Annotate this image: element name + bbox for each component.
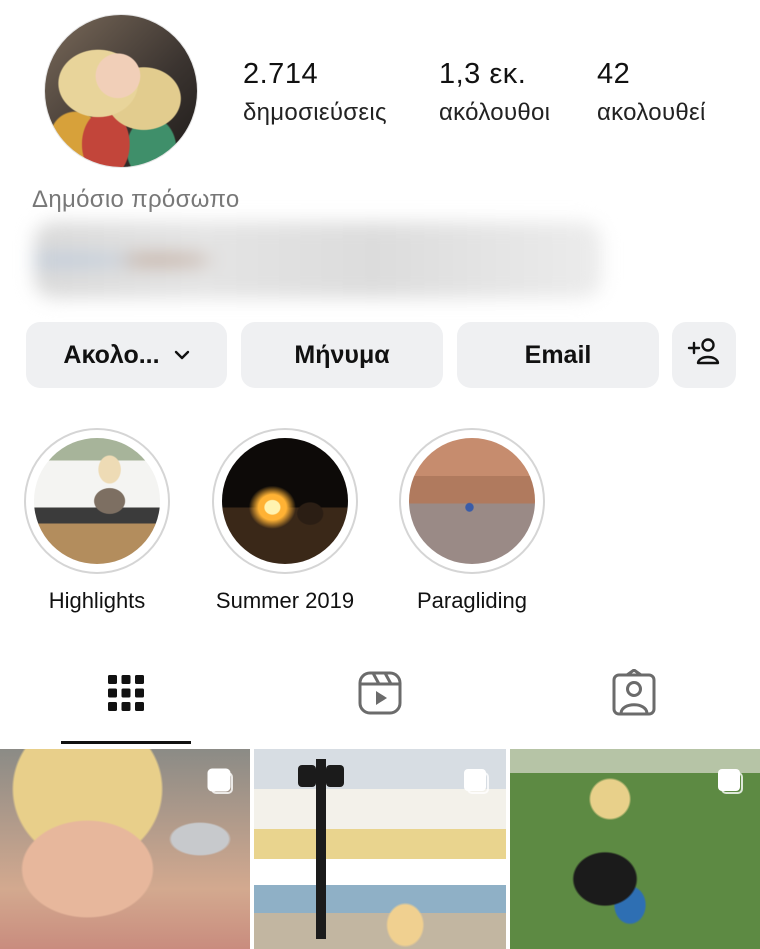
- stat-following-label: ακολουθεί: [597, 99, 706, 126]
- stat-followers[interactable]: 1,3 εκ. ακόλουθοι: [439, 58, 597, 127]
- suggested-users-button[interactable]: [672, 322, 736, 388]
- chevron-down-icon: [174, 350, 190, 360]
- email-button-label: Email: [524, 340, 592, 369]
- blurred-bio: [34, 222, 602, 298]
- multiple-photos-icon: [462, 767, 490, 800]
- stat-posts-label: δημοσιεύσεις: [243, 99, 387, 126]
- profile-category: Δημόσιο πρόσωπο: [32, 186, 240, 213]
- stat-followers-value: 1,3 εκ.: [439, 58, 527, 90]
- post-thumbnail[interactable]: [510, 749, 760, 949]
- highlight-cover: [222, 438, 348, 564]
- reels-icon: [357, 670, 403, 721]
- highlight-label: Highlights: [48, 588, 146, 613]
- stat-following[interactable]: 42 ακολουθεί: [597, 58, 706, 127]
- tagged-person-icon: [611, 668, 657, 722]
- following-button-label: Ακολο...: [63, 340, 160, 369]
- stat-followers-label: ακόλουθοι: [439, 99, 551, 126]
- street-lamp-shape: [298, 759, 344, 939]
- highlight-ring: [212, 428, 358, 574]
- message-button-label: Μήνυμα: [294, 340, 390, 369]
- multiple-photos-icon: [206, 767, 234, 800]
- post-thumbnail[interactable]: [0, 749, 250, 949]
- grid-icon: [107, 674, 145, 717]
- stat-posts[interactable]: 2.714 δημοσιεύσεις: [243, 58, 439, 127]
- highlight-label: Paragliding: [416, 588, 528, 613]
- highlight-item[interactable]: Paragliding: [397, 428, 547, 614]
- highlight-item[interactable]: Summer 2019: [210, 428, 360, 614]
- stat-following-value: 42: [597, 58, 631, 90]
- profile-stats: 2.714 δημοσιεύσεις 1,3 εκ. ακόλουθοι 42 …: [243, 58, 706, 127]
- tab-posts-grid[interactable]: [101, 670, 151, 720]
- stat-posts-value: 2.714: [243, 58, 319, 90]
- add-user-icon: [687, 337, 721, 374]
- active-tab-indicator: [61, 741, 191, 744]
- tab-tagged[interactable]: [609, 668, 659, 722]
- tab-reels[interactable]: [355, 670, 405, 720]
- highlight-ring: [24, 428, 170, 574]
- multiple-photos-icon: [716, 767, 744, 800]
- message-button[interactable]: Μήνυμα: [241, 322, 443, 388]
- highlight-ring: [399, 428, 545, 574]
- highlight-cover: [34, 438, 160, 564]
- profile-avatar[interactable]: [44, 14, 198, 168]
- email-button[interactable]: Email: [457, 322, 659, 388]
- highlight-label: Summer 2019: [215, 588, 355, 613]
- post-thumbnail[interactable]: [254, 749, 506, 949]
- highlight-item[interactable]: Highlights: [22, 428, 172, 614]
- following-dropdown-button[interactable]: Ακολο...: [26, 322, 227, 388]
- highlight-cover: [409, 438, 535, 564]
